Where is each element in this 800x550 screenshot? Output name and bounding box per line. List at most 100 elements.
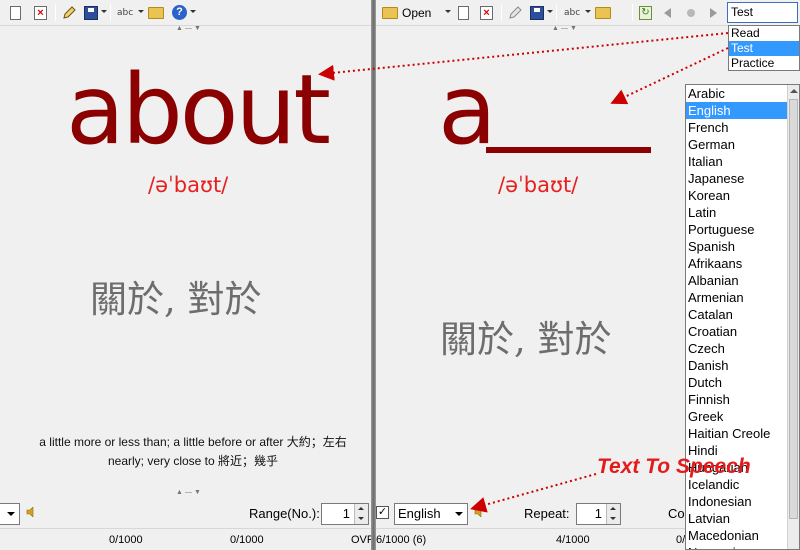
language-list-scrollbar[interactable] <box>787 85 799 549</box>
chevron-down-icon[interactable] <box>585 10 591 13</box>
edit-button[interactable] <box>62 3 77 22</box>
language-item[interactable]: Korean <box>686 187 799 204</box>
left-card-pane: × abc ? ▲ — ▼ about /əˈbaʊt/ 關於, 對於 a litt… <box>0 0 372 550</box>
language-item[interactable]: Portuguese <box>686 221 799 238</box>
phonetic-text: /əˈbaʊt/ <box>498 173 579 197</box>
close-doc-button[interactable]: × <box>34 3 47 22</box>
left-toolbar: × abc ? <box>0 0 372 26</box>
language-item[interactable]: Greek <box>686 408 799 425</box>
next-button[interactable] <box>710 3 717 22</box>
stepper-buttons[interactable] <box>354 504 368 524</box>
language-item[interactable]: Haitian Creole <box>686 425 799 442</box>
chevron-down-icon[interactable] <box>445 10 451 13</box>
language-item[interactable]: English <box>686 102 799 119</box>
language-item[interactable]: Latin <box>686 204 799 221</box>
language-item[interactable]: Italian <box>686 153 799 170</box>
language-item[interactable]: French <box>686 119 799 136</box>
close-doc-icon: × <box>34 5 47 20</box>
status-cell-2: 0/1000 <box>230 534 264 546</box>
settings-button[interactable] <box>595 3 611 22</box>
splitter-grip-top[interactable]: ▲ — ▼ <box>552 25 577 32</box>
chevron-down-icon[interactable] <box>547 10 553 13</box>
chevron-down-icon[interactable] <box>101 10 107 13</box>
language-item[interactable]: German <box>686 136 799 153</box>
language-select-value: English <box>398 506 441 521</box>
meaning-text: 關於, 對於 <box>90 278 262 321</box>
save-icon <box>530 5 544 20</box>
help-button[interactable]: ? <box>172 3 187 22</box>
language-item[interactable]: Danish <box>686 357 799 374</box>
language-item[interactable]: Japanese <box>686 170 799 187</box>
new-doc-icon <box>10 5 21 20</box>
repeat-label: Repeat: <box>524 506 570 521</box>
open-folder-icon <box>382 6 398 19</box>
open-button[interactable]: Open <box>382 3 431 22</box>
spellcheck-button[interactable]: abc <box>117 3 133 22</box>
language-item[interactable]: Indonesian <box>686 493 799 510</box>
refresh-button[interactable]: ↻ <box>639 3 652 22</box>
record-button[interactable] <box>687 3 695 22</box>
save-icon <box>84 5 98 20</box>
edit-button[interactable] <box>508 3 523 22</box>
speaker-icon[interactable] <box>26 507 36 517</box>
language-item[interactable]: Norwegian <box>686 544 799 549</box>
save-button[interactable] <box>84 3 98 22</box>
tts-callout: Text To Speech <box>597 455 751 478</box>
speaker-icon[interactable] <box>474 507 484 517</box>
language-select[interactable]: English <box>394 503 468 525</box>
mode-menu: Read Test Practice <box>728 25 800 71</box>
splitter-grip-top[interactable]: ▲ — ▼ <box>176 25 201 32</box>
description-line-1: a little more or less than; a little bef… <box>39 435 347 449</box>
toolbar-separator <box>55 4 56 21</box>
save-button[interactable] <box>530 3 544 22</box>
new-doc-icon <box>458 5 469 20</box>
scrollbar-thumb[interactable] <box>789 99 798 519</box>
language-item[interactable]: Spanish <box>686 238 799 255</box>
range-stepper[interactable]: 1 <box>321 503 369 525</box>
answer-blank[interactable] <box>486 147 651 153</box>
settings-button[interactable] <box>148 3 164 22</box>
chevron-down-icon <box>7 512 15 516</box>
language-items: Arabic English French German Italian Japanese… <box>686 85 799 549</box>
left-status-bar: 0/1000 0/1000 OVF <box>0 528 372 550</box>
status-cell-3: OVF <box>351 534 372 546</box>
stepper-buttons[interactable] <box>606 504 620 524</box>
chevron-down-icon[interactable] <box>190 10 196 13</box>
language-item[interactable]: Armenian <box>686 289 799 306</box>
toolbar-separator <box>501 4 502 21</box>
close-doc-button[interactable]: × <box>480 3 493 22</box>
language-item[interactable]: Arabic <box>686 85 799 102</box>
previous-button[interactable] <box>664 3 671 22</box>
tts-checkbox[interactable]: ✓ <box>376 506 389 519</box>
language-item[interactable]: Dutch <box>686 374 799 391</box>
toolbar-separator <box>556 4 557 21</box>
truncated-label: Co <box>668 506 685 521</box>
spellcheck-button[interactable]: abc <box>564 3 580 22</box>
refresh-icon: ↻ <box>639 5 652 20</box>
new-doc-button[interactable] <box>458 3 469 22</box>
language-item[interactable]: Croatian <box>686 323 799 340</box>
mode-menu-item-read[interactable]: Read <box>729 26 799 41</box>
language-item[interactable]: Czech <box>686 340 799 357</box>
language-item[interactable]: Macedonian <box>686 527 799 544</box>
scroll-up-icon[interactable] <box>790 89 798 93</box>
language-item[interactable]: Catalan <box>686 306 799 323</box>
left-control-bar: Range(No.): 1 <box>0 498 372 528</box>
edit-pen-icon <box>63 6 76 19</box>
record-icon <box>687 8 695 17</box>
status-cell-1: 6/1000 (6) <box>376 534 427 546</box>
new-doc-button[interactable] <box>10 3 21 22</box>
splitter-grip-bottom[interactable]: ▲ — ▼ <box>176 489 201 496</box>
mode-combo[interactable]: Test <box>727 2 798 23</box>
chevron-down-icon[interactable] <box>138 10 144 13</box>
language-dropdown-list[interactable]: Arabic English French German Italian Japanese… <box>685 84 800 550</box>
language-item[interactable]: Latvian <box>686 510 799 527</box>
language-item[interactable]: Albanian <box>686 272 799 289</box>
mode-menu-item-test[interactable]: Test <box>729 41 799 56</box>
language-item[interactable]: Finnish <box>686 391 799 408</box>
language-item[interactable]: Afrikaans <box>686 255 799 272</box>
mode-menu-item-practice[interactable]: Practice <box>729 56 799 71</box>
previous-icon <box>664 7 671 18</box>
repeat-stepper[interactable]: 1 <box>576 503 621 525</box>
left-language-select[interactable] <box>0 503 20 525</box>
